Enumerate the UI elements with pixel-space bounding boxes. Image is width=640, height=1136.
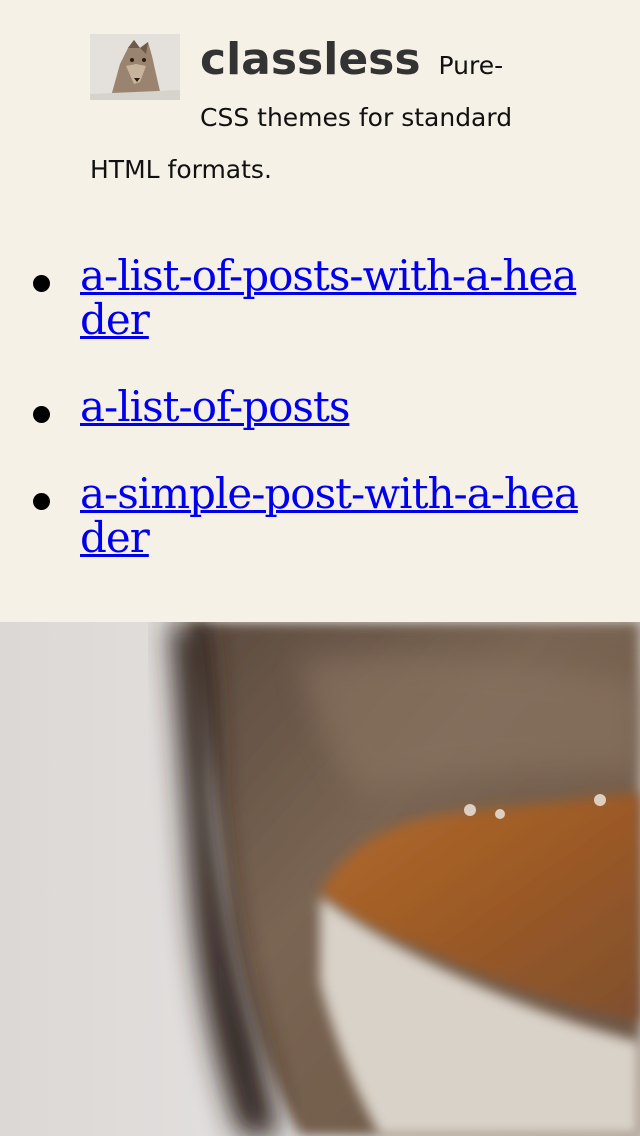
post-link[interactable]: a-list-of-posts-with-a-header (80, 251, 577, 344)
bullet-icon (33, 275, 50, 292)
bullet-icon (33, 406, 50, 423)
list-item: a-simple-post-with-a-header (0, 472, 640, 560)
post-link[interactable]: a-simple-post-with-a-header (80, 469, 579, 562)
bullet-icon (33, 493, 50, 510)
post-link[interactable]: a-list-of-posts (80, 382, 350, 431)
site-title-link[interactable]: classless (200, 34, 421, 85)
site-header: classless Pure-CSS themes for standard H… (90, 34, 530, 196)
list-item: a-list-of-posts-with-a-header (0, 254, 640, 342)
list-item: a-list-of-posts (0, 385, 640, 429)
coyote-fur-closeup-image (0, 622, 640, 1136)
coyote-photo-icon (90, 34, 180, 100)
post-list: a-list-of-posts-with-a-header a-list-of-… (0, 254, 640, 603)
